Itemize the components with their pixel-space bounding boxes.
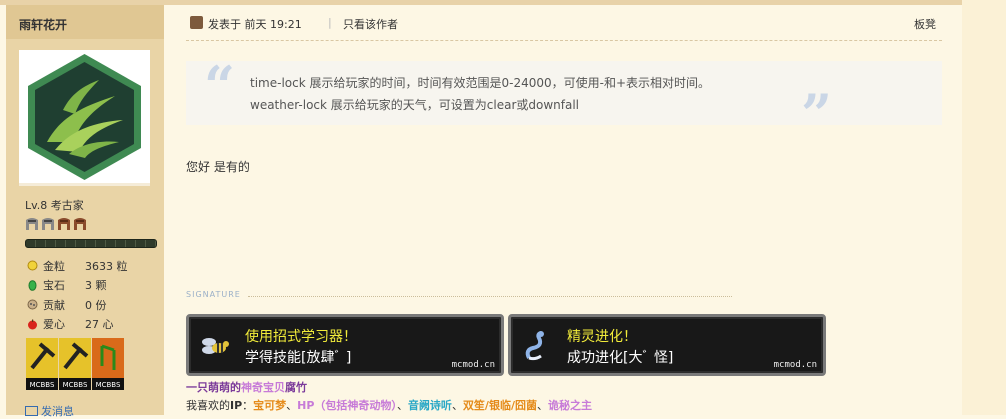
achievement-title: 精灵进化！ xyxy=(567,329,637,345)
only-author-link[interactable]: 只看该作者 xyxy=(343,16,398,32)
signature-label: SIGNATURE xyxy=(186,290,241,299)
achievement-banner[interactable]: 精灵进化！ 成功进化[大ﾞ 怪] mcmod.cn xyxy=(508,314,826,376)
reply-text: 您好 是有的 xyxy=(186,160,250,174)
post-header: 发表于 前天 19:21 | 只看该作者 板凳 xyxy=(186,15,942,35)
signature-divider xyxy=(248,296,732,297)
pickaxe-medal-icon[interactable]: MCBBS xyxy=(26,338,58,390)
send-message-link[interactable]: 发消息 xyxy=(25,403,74,419)
stat-value: 27 心 xyxy=(85,318,114,332)
stat-value: 3 颗 xyxy=(85,279,107,293)
level-helmets xyxy=(25,216,87,232)
achievement-site: mcmod.cn xyxy=(773,360,817,370)
signature-text: ： xyxy=(242,399,254,412)
favorite-ip-list: 宝可梦、HP（包括神奇动物）、音阙诗听、双笙/银临/囧菌、诡秘之主 xyxy=(253,399,592,412)
achievement-banners: 使用招式学习器！ 学得技能[放肆ﾞ ] mcmod.cn 精灵进化！ 成功进化[… xyxy=(186,314,826,376)
avatar[interactable] xyxy=(19,50,150,186)
user-sidebar: 雨轩花开 Lv.8 考古家 金粒 3633 粒 宝石 3 颗 贡献 0 份 爱心… xyxy=(6,5,164,418)
signature-text: 一只萌萌的 xyxy=(186,381,241,394)
contribution-icon xyxy=(27,299,38,310)
quote-line: time-lock 展示给玩家的时间，时间有效范围是0-24000，可使用-和+… xyxy=(250,76,711,90)
medal-label: MCBBS xyxy=(30,381,55,389)
achievement-title: 使用招式学习器！ xyxy=(245,329,357,345)
achievement-subtitle: 学得技能[放肆ﾞ ] xyxy=(245,350,352,366)
stat-value: 0 份 xyxy=(85,298,107,312)
open-quote-icon: “ xyxy=(204,54,236,118)
experience-bar xyxy=(25,239,157,248)
favorite-ip-item: 音阙诗听 xyxy=(407,399,452,412)
signature-line-2: 我喜欢的IP：宝可梦、HP（包括神奇动物）、音阙诗听、双笙/银临/囧菌、诡秘之主 xyxy=(186,397,592,413)
list-separator: 、 xyxy=(536,399,548,412)
user-level[interactable]: Lv.8 考古家 xyxy=(25,197,84,213)
stat-gem: 宝石 3 颗 xyxy=(27,276,128,296)
quote-block: “ time-lock 展示给玩家的时间，时间有效范围是0-24000，可使用-… xyxy=(186,54,942,141)
list-separator: 、 xyxy=(451,399,463,412)
online-status-icon xyxy=(190,16,203,29)
username-link[interactable]: 雨轩花开 xyxy=(19,16,67,33)
stat-label: 爱心 xyxy=(43,318,65,332)
floor-number[interactable]: 板凳 xyxy=(914,16,936,32)
stat-label: 贡献 xyxy=(43,298,65,312)
gold-coin-icon xyxy=(27,260,38,271)
favorite-ip-item: HP（包括神奇动物） xyxy=(297,399,397,412)
header-divider xyxy=(186,40,942,41)
achievement-banner[interactable]: 使用招式学习器！ 学得技能[放肆ﾞ ] mcmod.cn xyxy=(186,314,504,376)
signature-text: 神奇宝贝 xyxy=(241,381,285,394)
post-time: 发表于 前天 19:21 xyxy=(208,18,302,31)
signature-text: 腐竹 xyxy=(285,381,307,394)
list-separator: 、 xyxy=(286,399,298,412)
leather-helmet-icon xyxy=(58,218,70,230)
medal-list: MCBBS MCBBS MCBBS xyxy=(26,338,124,390)
favorite-ip-item: 双笙/银临/囧菌 xyxy=(462,399,537,412)
gem-icon xyxy=(28,279,37,291)
quote-text: time-lock 展示给玩家的时间，时间有效范围是0-24000，可使用-和+… xyxy=(250,72,710,116)
leather-helmet-icon xyxy=(74,218,86,230)
send-message-label: 发消息 xyxy=(41,405,74,418)
quote-line: weather-lock 展示给玩家的天气，可设置为clear或downfall xyxy=(250,98,580,112)
signature-line-1: 一只萌萌的神奇宝贝腐竹 xyxy=(186,379,307,395)
close-quote-icon: ” xyxy=(801,82,833,146)
iron-helmet-icon xyxy=(26,218,38,230)
sidebar-header: 雨轩花开 xyxy=(6,5,164,39)
list-separator: 、 xyxy=(396,399,408,412)
signature-text: IP xyxy=(230,399,243,412)
stat-contribution: 贡献 0 份 xyxy=(27,295,128,315)
achievement-site: mcmod.cn xyxy=(451,360,495,370)
stat-love: 爱心 27 心 xyxy=(27,315,128,335)
favorite-ip-item: 诡秘之主 xyxy=(547,399,592,412)
stat-label: 金粒 xyxy=(43,259,65,273)
header-separator: | xyxy=(328,16,332,29)
apple-heart-icon xyxy=(28,319,37,330)
pickaxe-medal-icon[interactable]: MCBBS xyxy=(59,338,91,390)
user-stats: 金粒 3633 粒 宝石 3 颗 贡献 0 份 爱心 27 心 xyxy=(27,256,128,334)
medal-label: MCBBS xyxy=(96,381,121,389)
stat-label: 宝石 xyxy=(43,279,65,293)
iron-helmet-icon xyxy=(42,218,54,230)
favorite-ip-item: 宝可梦 xyxy=(253,399,287,412)
medal-label: MCBBS xyxy=(63,381,88,389)
music-medal-icon[interactable]: MCBBS xyxy=(92,338,124,390)
signature-text: 我喜欢的 xyxy=(186,399,230,412)
stat-gold: 金粒 3633 粒 xyxy=(27,256,128,276)
pokemon-bee-icon xyxy=(202,338,229,354)
stat-value: 3633 粒 xyxy=(85,259,128,273)
pokemon-dratini-icon xyxy=(525,331,544,361)
achievement-subtitle: 成功进化[大ﾞ 怪] xyxy=(567,350,674,366)
right-gutter xyxy=(962,0,1006,415)
grass-hexagon-icon xyxy=(28,54,141,180)
